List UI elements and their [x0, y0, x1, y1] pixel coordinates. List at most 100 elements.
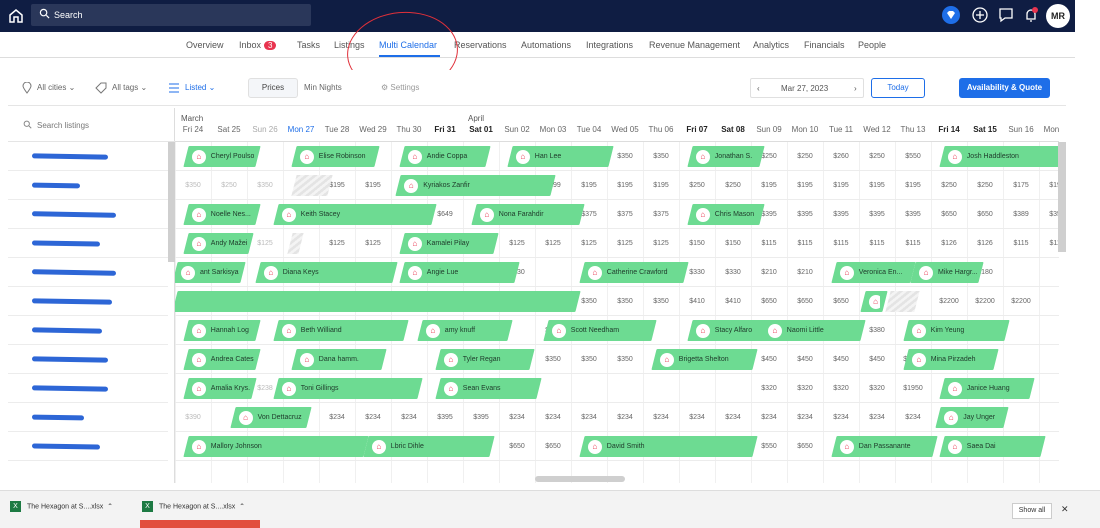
calendar-scrollbar[interactable]	[1058, 142, 1066, 252]
night-price[interactable]: $234	[679, 414, 715, 421]
night-price[interactable]: $395	[895, 211, 931, 218]
night-price[interactable]: $395	[427, 414, 463, 421]
night-price[interactable]: $234	[751, 414, 787, 421]
night-price[interactable]: $195	[787, 182, 823, 189]
night-price[interactable]: $234	[715, 414, 751, 421]
min-nights-toggle[interactable]: Min Nights	[304, 83, 342, 92]
night-price[interactable]: $115	[1003, 240, 1039, 247]
night-price[interactable]: $395	[463, 414, 499, 421]
night-price[interactable]: $234	[355, 414, 391, 421]
night-price[interactable]: $210	[751, 269, 787, 276]
settings-link[interactable]: ⚙ Settings	[381, 83, 419, 92]
night-price[interactable]: $650	[823, 298, 859, 305]
night-price[interactable]: $375	[643, 211, 679, 218]
nav-reservations[interactable]: Reservations	[454, 40, 507, 50]
listing-row[interactable]	[8, 403, 168, 432]
night-price[interactable]: $115	[751, 240, 787, 247]
night-price[interactable]: $250	[211, 182, 247, 189]
night-price[interactable]: $195	[823, 182, 859, 189]
listing-row[interactable]	[8, 374, 168, 403]
night-price[interactable]: $350	[535, 356, 571, 363]
night-price[interactable]: $195	[895, 182, 931, 189]
night-price[interactable]: $350	[607, 298, 643, 305]
nav-inbox[interactable]: Inbox 3	[239, 40, 277, 50]
night-price[interactable]: $234	[571, 414, 607, 421]
night-price[interactable]: $350	[571, 356, 607, 363]
horizontal-scrollbar[interactable]	[535, 476, 625, 482]
night-price[interactable]: $125	[571, 240, 607, 247]
night-price[interactable]: $260	[823, 153, 859, 160]
listings-scrollbar[interactable]	[168, 142, 175, 262]
night-price[interactable]: $234	[787, 414, 823, 421]
listing-row[interactable]	[8, 316, 168, 345]
night-price[interactable]: $115	[823, 240, 859, 247]
night-price[interactable]: $330	[715, 269, 751, 276]
home-icon[interactable]	[8, 8, 24, 24]
night-price[interactable]: $125	[607, 240, 643, 247]
night-price[interactable]: $395	[787, 211, 823, 218]
night-price[interactable]: $550	[895, 153, 931, 160]
night-price[interactable]: $450	[787, 356, 823, 363]
night-price[interactable]: $115	[1039, 240, 1059, 247]
night-price[interactable]: $250	[715, 182, 751, 189]
night-price[interactable]: $115	[787, 240, 823, 247]
night-price[interactable]: $380	[859, 327, 895, 334]
nav-tasks[interactable]: Tasks	[297, 40, 320, 50]
nav-automations[interactable]: Automations	[521, 40, 571, 50]
prices-toggle[interactable]: Prices	[248, 78, 298, 98]
night-price[interactable]: $250	[679, 182, 715, 189]
night-price[interactable]: $125	[535, 240, 571, 247]
night-price[interactable]: $234	[895, 414, 931, 421]
current-date[interactable]: Mar 27, 2023	[781, 84, 828, 93]
bell-icon[interactable]	[1021, 5, 1041, 25]
night-price[interactable]: $450	[823, 356, 859, 363]
night-price[interactable]: $450	[751, 356, 787, 363]
night-price[interactable]: $395	[859, 211, 895, 218]
night-price[interactable]: $195	[607, 182, 643, 189]
listings-search[interactable]: Search listings	[8, 108, 175, 142]
night-price[interactable]: $126	[967, 240, 1003, 247]
night-price[interactable]: $2200	[967, 298, 1003, 305]
night-price[interactable]: $195	[643, 182, 679, 189]
night-price[interactable]: $390	[175, 414, 211, 421]
night-price[interactable]: $320	[859, 385, 895, 392]
availability-quote-button[interactable]: Availability & Quote	[959, 78, 1050, 98]
night-price[interactable]: $125	[319, 240, 355, 247]
night-price[interactable]: $320	[823, 385, 859, 392]
night-price[interactable]: $350	[1039, 211, 1059, 218]
night-price[interactable]: $115	[895, 240, 931, 247]
night-price[interactable]: $125	[247, 240, 283, 247]
night-price[interactable]: $320	[751, 385, 787, 392]
night-price[interactable]: $650	[967, 211, 1003, 218]
night-price[interactable]: $234	[607, 414, 643, 421]
night-price[interactable]: $115	[859, 240, 895, 247]
night-price[interactable]: $350	[643, 298, 679, 305]
night-price[interactable]: $195	[355, 182, 391, 189]
night-price[interactable]: $410	[679, 298, 715, 305]
nav-financials[interactable]: Financials	[804, 40, 845, 50]
night-price[interactable]: $650	[931, 211, 967, 218]
night-price[interactable]: $2200	[1003, 298, 1039, 305]
night-price[interactable]: $389	[1003, 211, 1039, 218]
listing-row[interactable]	[8, 200, 168, 229]
chat-icon[interactable]	[996, 5, 1016, 25]
night-price[interactable]: $125	[643, 240, 679, 247]
listing-row[interactable]	[8, 258, 168, 287]
night-price[interactable]: $650	[751, 298, 787, 305]
tags-filter[interactable]: All tags ⌄	[112, 83, 147, 92]
night-price[interactable]: $350	[643, 153, 679, 160]
nav-overview[interactable]: Overview	[186, 40, 224, 50]
night-price[interactable]: $234	[391, 414, 427, 421]
night-price[interactable]: $650	[535, 443, 571, 450]
night-price[interactable]: $375	[607, 211, 643, 218]
nav-integrations[interactable]: Integrations	[586, 40, 633, 50]
night-price[interactable]: $350	[247, 182, 283, 189]
night-price[interactable]: $175	[1003, 182, 1039, 189]
night-price[interactable]: $350	[607, 356, 643, 363]
user-avatar[interactable]: MR	[1046, 4, 1070, 28]
listing-row[interactable]	[8, 171, 168, 200]
listing-row[interactable]	[8, 142, 168, 171]
listing-row[interactable]	[8, 432, 168, 461]
search-input[interactable]: Search	[31, 4, 311, 26]
today-button[interactable]: Today	[871, 78, 925, 98]
